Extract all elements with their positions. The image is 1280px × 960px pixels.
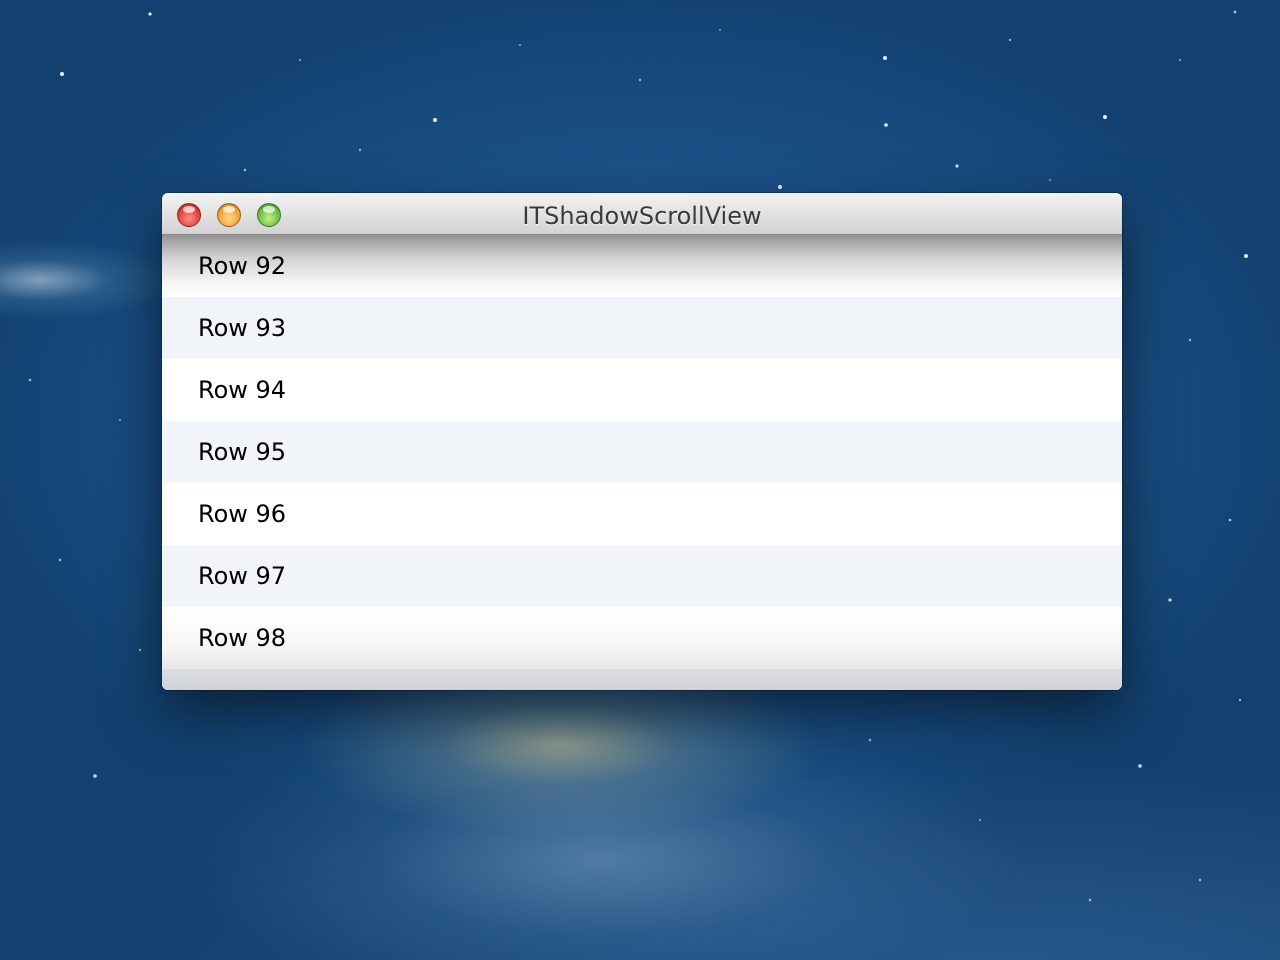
row-label: Row 92 [198,252,287,280]
row-label: Row 94 [198,376,287,404]
table-row[interactable]: Row 94 [162,359,1122,421]
row-label: Row 97 [198,562,287,590]
table-row[interactable]: Row 93 [162,297,1122,359]
table-row[interactable]: Row 92 [162,235,1122,297]
row-label: Row 96 [198,500,287,528]
app-window: ITShadowScrollView Row 92 Row 93 Row 94 … [162,193,1122,690]
table-row[interactable]: Row 96 [162,483,1122,545]
table-row[interactable]: Row 97 [162,545,1122,607]
table-row-partial [162,669,1122,690]
shadow-scroll-view[interactable]: Row 92 Row 93 Row 94 Row 95 Row 96 Row 9… [162,235,1122,690]
table-row[interactable]: Row 98 [162,607,1122,669]
row-label: Row 93 [198,314,287,342]
row-label: Row 95 [198,438,287,466]
window-title: ITShadowScrollView [522,202,762,230]
row-label: Row 98 [198,624,287,652]
title-bar[interactable]: ITShadowScrollView [162,193,1122,235]
table-row[interactable]: Row 95 [162,421,1122,483]
